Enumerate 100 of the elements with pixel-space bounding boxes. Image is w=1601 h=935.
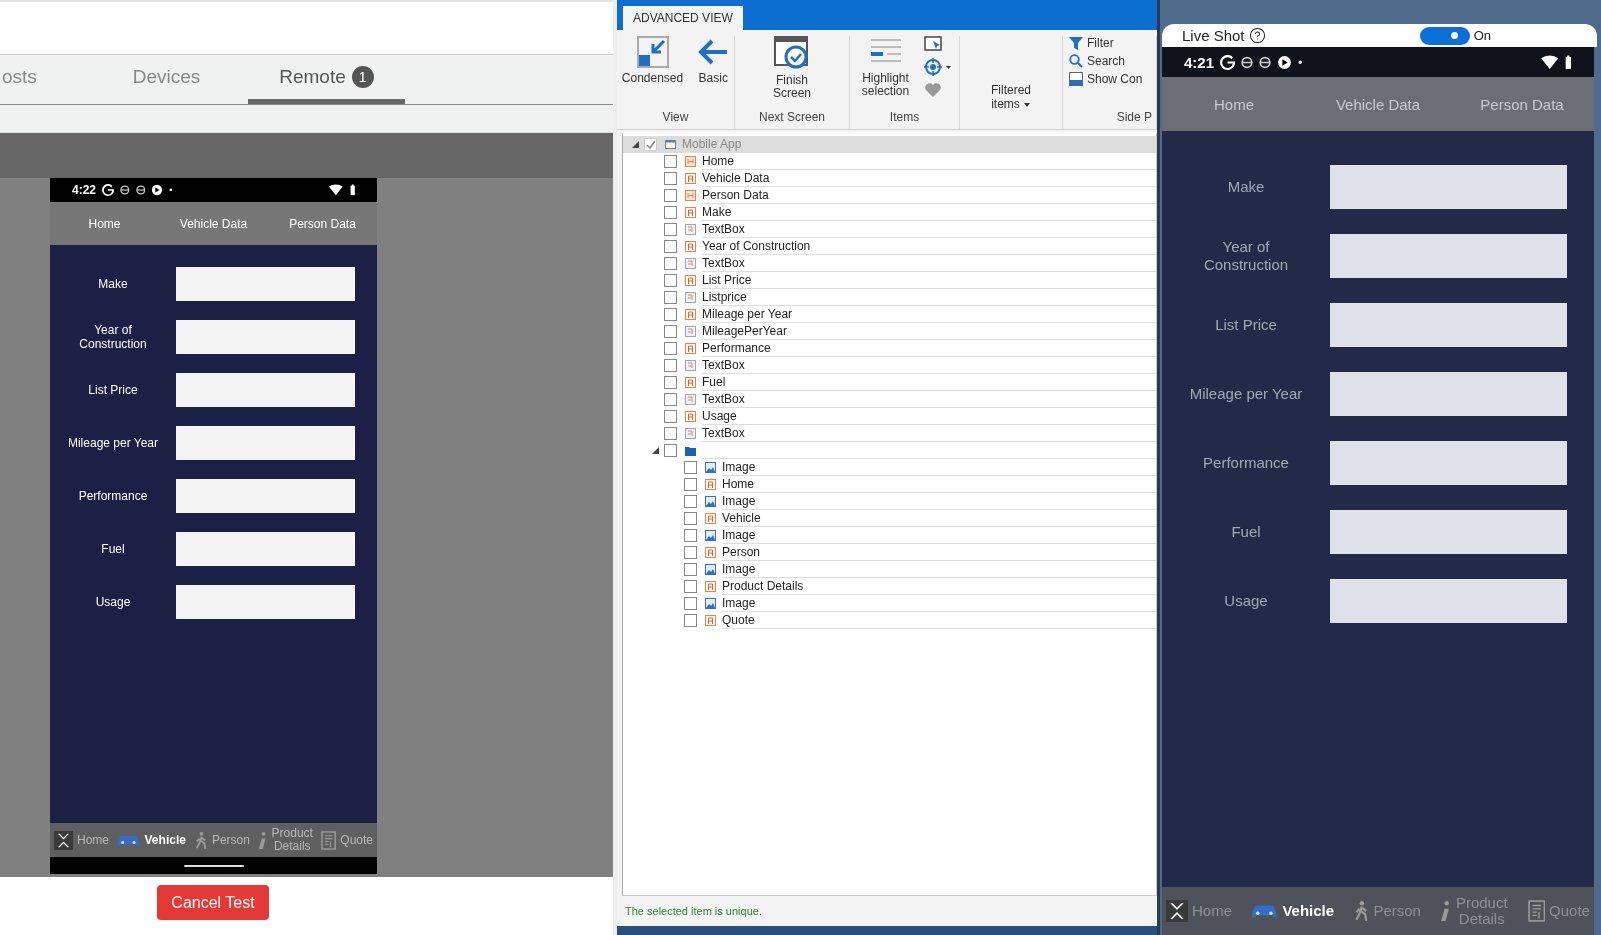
input-field[interactable] — [1330, 372, 1567, 416]
tree-item[interactable]: Home — [702, 153, 1156, 170]
tree-item[interactable]: Image — [722, 459, 1156, 476]
tree-item[interactable]: TextBox — [702, 391, 1156, 408]
tree-checkbox[interactable] — [664, 308, 677, 321]
app-tab[interactable]: Home — [50, 216, 159, 231]
tree-checkbox[interactable] — [684, 563, 697, 576]
tree-checkbox[interactable] — [664, 257, 677, 270]
tree-checkbox[interactable] — [664, 155, 677, 168]
document-icon — [321, 830, 337, 850]
tree-checkbox[interactable] — [664, 393, 677, 406]
ribbon-button[interactable]: Show Con — [1069, 72, 1150, 86]
tree-checkbox[interactable] — [684, 512, 697, 525]
input-field[interactable] — [1330, 441, 1567, 485]
tree-checkbox[interactable] — [684, 546, 697, 559]
tree-item[interactable]: Year of Construction — [702, 238, 1156, 255]
tree-item[interactable]: TextBox — [702, 255, 1156, 272]
tree-item[interactable]: Fuel — [702, 374, 1156, 391]
input-field[interactable] — [1330, 510, 1567, 554]
field-label: Usage — [1223, 592, 1269, 610]
tree-item[interactable]: Home — [722, 476, 1156, 493]
input-field[interactable] — [176, 532, 355, 566]
input-field[interactable] — [176, 320, 355, 354]
tree-checkbox[interactable] — [664, 206, 677, 219]
tree-item[interactable]: Person — [722, 544, 1156, 561]
sync-icon — [135, 184, 146, 196]
tree-item[interactable]: TextBox — [702, 221, 1156, 238]
tree-checkbox[interactable] — [664, 410, 677, 423]
collapse-arrow-icon[interactable] — [631, 141, 639, 148]
tree-checkbox[interactable] — [644, 138, 657, 151]
tree-item[interactable]: Performance — [702, 340, 1156, 357]
tree-checkbox[interactable] — [684, 461, 697, 474]
tree-checkbox[interactable] — [664, 189, 677, 202]
textbox-icon — [685, 360, 696, 371]
input-field[interactable] — [176, 585, 355, 619]
ribbon-button[interactable]: Finish Screen — [764, 36, 820, 110]
tree-item[interactable]: Vehicle Data — [702, 170, 1156, 187]
tree-item[interactable]: List Price — [702, 272, 1156, 289]
label-icon — [705, 615, 716, 626]
tree-checkbox[interactable] — [664, 223, 677, 236]
tree-item[interactable]: Person Data — [702, 187, 1156, 204]
input-field[interactable] — [1330, 234, 1567, 278]
field-label: Make — [1226, 178, 1266, 196]
tree-item[interactable]: Vehicle — [722, 510, 1156, 527]
help-icon[interactable] — [1248, 27, 1266, 44]
textbox-icon — [685, 292, 696, 303]
ribbon-button[interactable]: Condensed — [619, 36, 686, 110]
input-field[interactable] — [176, 373, 355, 407]
bottom-nav-item[interactable]: Vehicle — [1249, 900, 1335, 922]
tree-checkbox[interactable] — [684, 580, 697, 593]
tree-item[interactable]: Product Details — [722, 578, 1156, 595]
tree-checkbox[interactable] — [684, 478, 697, 491]
bottom-nav-item[interactable]: Vehicle — [115, 830, 186, 850]
input-field[interactable] — [1330, 579, 1567, 623]
input-field[interactable] — [1330, 303, 1567, 347]
tree-checkbox[interactable] — [664, 325, 677, 338]
tree-item[interactable]: Image — [722, 527, 1156, 544]
tree-checkbox[interactable] — [664, 172, 677, 185]
ribbon-button[interactable]: Filter — [1069, 36, 1150, 50]
tree-item[interactable]: Image — [722, 493, 1156, 510]
collapse-arrow-icon[interactable] — [651, 447, 659, 454]
tree-item[interactable]: MileagePerYear — [702, 323, 1156, 340]
tree-checkbox[interactable] — [664, 274, 677, 287]
tree-item[interactable]: Usage — [702, 408, 1156, 425]
label-icon — [685, 173, 696, 184]
tree-item[interactable]: Listprice — [702, 289, 1156, 306]
tree-checkbox[interactable] — [664, 342, 677, 355]
tree-item[interactable]: TextBox — [702, 357, 1156, 374]
tree-item[interactable]: Mileage per Year — [702, 306, 1156, 323]
input-field[interactable] — [176, 267, 355, 301]
input-field[interactable] — [176, 426, 355, 460]
tree-checkbox[interactable] — [684, 495, 697, 508]
tree-checkbox[interactable] — [664, 444, 677, 457]
tree-checkbox[interactable] — [684, 529, 697, 542]
tree-checkbox[interactable] — [664, 240, 677, 253]
tree-item[interactable]: Image — [722, 595, 1156, 612]
cancel-test-button[interactable]: Cancel Test — [157, 885, 269, 920]
toggle-switch[interactable] — [1419, 26, 1470, 45]
tree-checkbox[interactable] — [664, 291, 677, 304]
tree-checkbox[interactable] — [684, 614, 697, 627]
input-field[interactable] — [1330, 165, 1567, 209]
ribbon-button[interactable]: Basic — [695, 36, 732, 110]
tree-checkbox[interactable] — [664, 376, 677, 389]
tree-item[interactable]: Image — [722, 561, 1156, 578]
tree-item[interactable]: Quote — [722, 612, 1156, 629]
app-tab[interactable]: Person Data — [268, 216, 377, 231]
filtered-items-dropdown[interactable]: Filtered items — [981, 82, 1041, 113]
app-tab[interactable]: Vehicle Data — [159, 216, 268, 231]
ribbon-tab[interactable]: ADVANCED VIEW — [623, 6, 743, 30]
input-field[interactable] — [176, 479, 355, 513]
tree-item[interactable]: Make — [702, 204, 1156, 221]
tree-checkbox[interactable] — [664, 427, 677, 440]
image-icon — [705, 462, 716, 473]
ribbon-button[interactable]: Search — [1069, 54, 1150, 68]
home-indicator — [183, 864, 244, 867]
label-icon — [705, 581, 716, 592]
ribbon-button[interactable]: Highlight selection — [857, 36, 914, 110]
tree-item[interactable]: TextBox — [702, 425, 1156, 442]
tree-checkbox[interactable] — [684, 597, 697, 610]
tree-checkbox[interactable] — [664, 359, 677, 372]
